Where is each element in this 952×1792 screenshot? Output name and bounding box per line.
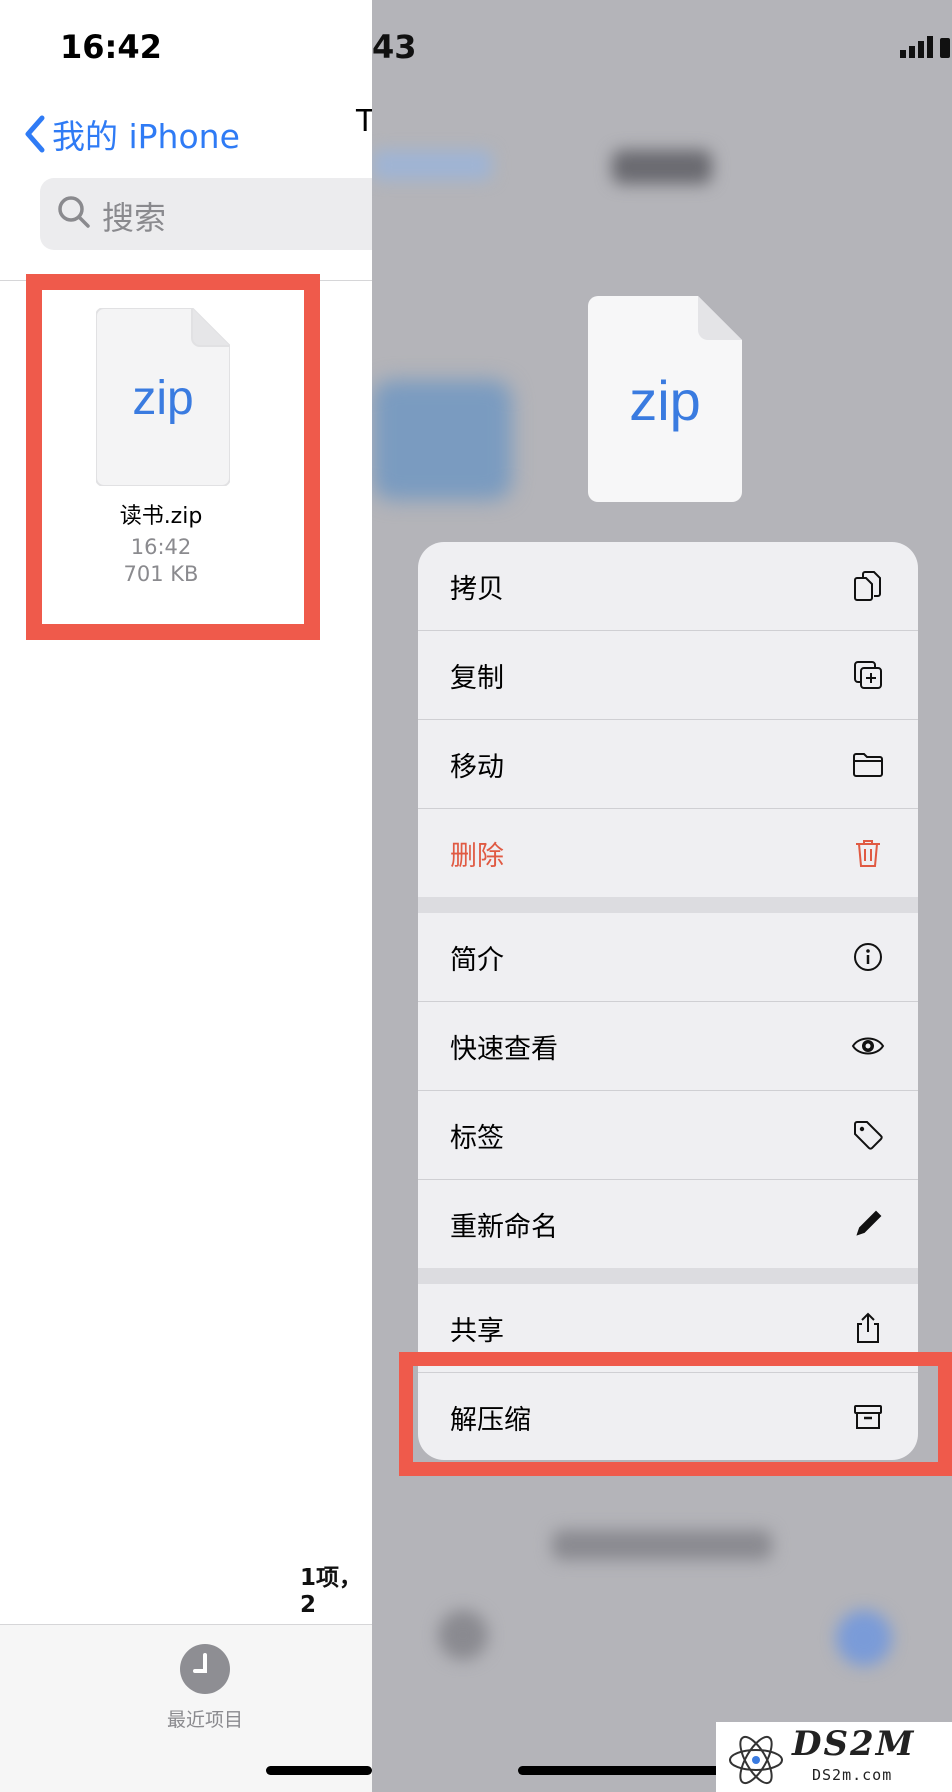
duplicate-icon xyxy=(854,661,882,689)
pencil-icon xyxy=(856,1210,882,1236)
search-icon xyxy=(58,196,90,228)
file-size: 701 KB xyxy=(123,562,199,586)
status-time-fragment: 43 xyxy=(372,28,417,66)
context-menu: 拷贝 复制 移动 删除 简介 快速查看 标签 重新命名 共享 解压缩 xyxy=(418,542,918,1460)
blurred-footer xyxy=(552,1530,772,1560)
blurred-tab-icon-blue xyxy=(836,1610,892,1666)
eye-icon xyxy=(851,1037,885,1055)
trash-icon xyxy=(856,840,880,867)
menu-label: 标签 xyxy=(450,1122,504,1154)
menu-group-gap xyxy=(418,897,918,913)
menu-item-move[interactable]: 移动 xyxy=(418,720,918,808)
files-browser-panel: 16:42 我的 iPhone T 搜索 zip 读书.zip 16:42 70… xyxy=(0,0,372,1792)
watermark: DS2M DS2m.com xyxy=(716,1722,952,1792)
menu-item-rename[interactable]: 重新命名 xyxy=(418,1180,918,1268)
menu-label: 移动 xyxy=(450,751,504,783)
share-icon xyxy=(857,1312,879,1343)
menu-item-quick-look[interactable]: 快速查看 xyxy=(418,1002,918,1090)
atom-logo-icon xyxy=(729,1735,783,1785)
home-indicator xyxy=(518,1766,746,1775)
back-label: 我的 iPhone xyxy=(52,117,240,156)
watermark-text: DS2M xyxy=(792,1724,916,1764)
folder-icon xyxy=(853,753,883,777)
blurred-back xyxy=(372,150,492,180)
copy-icon xyxy=(854,571,881,601)
search-placeholder: 搜索 xyxy=(102,199,167,237)
uncompress-highlight-box xyxy=(399,1352,952,1476)
menu-label: 删除 xyxy=(450,840,504,872)
item-count: 1项，2 xyxy=(300,1565,363,1618)
menu-group-gap xyxy=(418,1268,918,1284)
menu-item-tags[interactable]: 标签 xyxy=(418,1091,918,1179)
page-title-fragment: T xyxy=(356,104,372,139)
watermark-url: DS2m.com xyxy=(812,1766,893,1784)
menu-label: 重新命名 xyxy=(450,1211,558,1243)
blurred-title xyxy=(612,150,712,184)
context-menu-panel: 43 zip 拷贝 复制 移动 删除 简介 快速查看 标签 重新命名 共享 解压… xyxy=(372,0,952,1792)
search-field[interactable]: 搜索 xyxy=(40,178,372,250)
menu-label: 简介 xyxy=(450,944,504,976)
tab-recent-label: 最近项目 xyxy=(166,1709,243,1731)
file-name: 读书.zip xyxy=(119,504,203,529)
menu-label: 拷贝 xyxy=(450,573,504,605)
signal-icon xyxy=(900,36,950,58)
menu-label: 快速查看 xyxy=(450,1033,558,1065)
menu-item-copy[interactable]: 拷贝 xyxy=(418,542,918,630)
home-indicator xyxy=(266,1766,372,1775)
file-preview-type-label: zip xyxy=(629,369,701,432)
blurred-folder xyxy=(372,380,512,500)
back-button[interactable]: 我的 iPhone xyxy=(22,110,240,158)
chevron-left-icon xyxy=(25,115,45,153)
file-time: 16:42 xyxy=(130,535,192,559)
file-type-label: zip xyxy=(132,372,193,425)
menu-label: 复制 xyxy=(450,662,504,694)
status-time: 16:42 xyxy=(60,28,162,66)
zip-file-preview-icon: zip xyxy=(588,296,742,502)
blurred-tab-icon xyxy=(438,1610,488,1660)
zip-file-icon: zip xyxy=(96,308,230,486)
tag-icon xyxy=(854,1121,883,1150)
clock-icon xyxy=(180,1644,230,1694)
menu-item-delete[interactable]: 删除 xyxy=(418,809,918,897)
info-icon xyxy=(854,943,882,971)
tab-recent[interactable]: 最近项目 xyxy=(130,1643,280,1732)
menu-item-info[interactable]: 简介 xyxy=(418,913,918,1001)
menu-item-duplicate[interactable]: 复制 xyxy=(418,631,918,719)
menu-label: 共享 xyxy=(450,1315,504,1347)
